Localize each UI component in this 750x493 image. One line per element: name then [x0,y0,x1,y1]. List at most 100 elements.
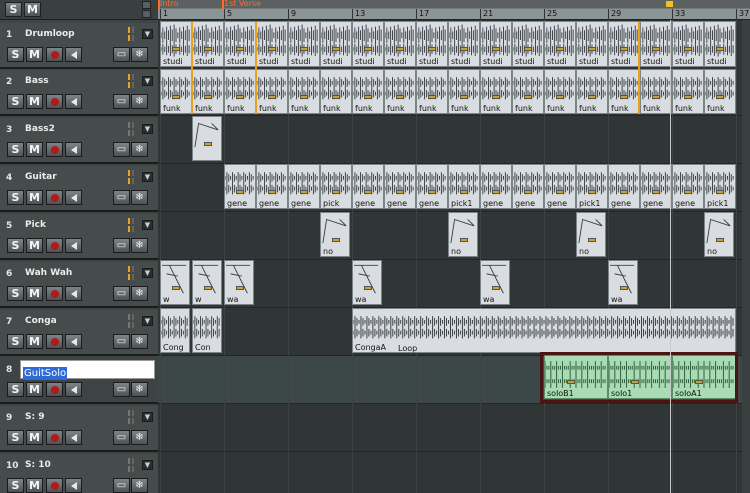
track-solo-button[interactable]: S [7,238,24,253]
track-name[interactable]: Wah Wah [25,268,121,280]
track-monitor-button[interactable] [65,142,82,157]
track-header[interactable]: 2 Bass ▼ S M ▭ ❄ [0,70,158,116]
expand-icon[interactable] [142,10,151,18]
track-name-input[interactable]: GuitSolo [20,360,155,380]
track-freeze-button[interactable]: ❄ [131,94,148,109]
track-solo-button[interactable]: S [7,142,24,157]
audio-clip[interactable]: studi [576,21,608,67]
loop-end-icon[interactable] [666,1,673,7]
audio-clip[interactable]: studi [288,21,320,67]
audio-clip[interactable]: funk [480,69,512,114]
track-name[interactable]: Bass2 [25,124,121,136]
track-name[interactable]: Drumloop [25,29,121,41]
track-header[interactable]: 9 S: 9 ▼ S M ▭ ❄ [0,406,158,452]
track-freeze-button[interactable]: ❄ [131,334,148,349]
audio-clip[interactable]: studi [192,21,224,67]
track-solo-button[interactable]: S [7,478,24,493]
track-header[interactable]: 3 Bass2 ▼ S M ▭ ❄ [0,118,158,164]
track-freeze-button[interactable]: ❄ [131,142,148,157]
track-record-button[interactable] [46,286,63,301]
track-header[interactable]: 5 Pick ▼ S M ▭ ❄ [0,214,158,260]
audio-clip[interactable]: no [576,212,606,257]
audio-clip[interactable]: studi [704,21,736,67]
track-archive-button[interactable]: ▭ [113,430,130,445]
track-menu-arrow-icon[interactable]: ▼ [142,268,153,278]
audio-clip[interactable]: funk [320,69,352,114]
track-name[interactable]: Bass [25,76,121,88]
track-archive-button[interactable]: ▭ [113,94,130,109]
audio-clip[interactable]: studi [480,21,512,67]
audio-clip[interactable]: no [448,212,478,257]
track-archive-button[interactable]: ▭ [113,286,130,301]
track-header[interactable]: 4 Guitar ▼ S M ▭ ❄ [0,166,158,212]
track-archive-button[interactable]: ▭ [113,190,130,205]
track-header[interactable]: 8 GuitSolo S M ▭ ❄ [0,358,158,404]
vertical-scrollbar[interactable] [742,20,750,493]
track-solo-button[interactable]: S [7,190,24,205]
audio-clip[interactable]: pick [320,164,352,209]
audio-clip[interactable]: studi [448,21,480,67]
track-monitor-button[interactable] [65,94,82,109]
audio-clip[interactable]: wa [480,260,510,305]
track-solo-button[interactable]: S [7,382,24,397]
audio-clip[interactable]: gene [256,164,288,209]
audio-clip[interactable]: w [192,260,222,305]
audio-clip[interactable]: wa [224,260,254,305]
audio-clip[interactable]: funk [512,69,544,114]
track-solo-button[interactable]: S [7,47,24,62]
audio-clip[interactable]: studi [352,21,384,67]
audio-clip[interactable]: funk [160,69,192,114]
track-record-button[interactable] [46,430,63,445]
track-monitor-button[interactable] [65,190,82,205]
track-menu-arrow-icon[interactable]: ▼ [142,316,153,326]
track-archive-button[interactable]: ▭ [113,382,130,397]
track-monitor-button[interactable] [65,238,82,253]
track-monitor-button[interactable] [65,47,82,62]
audio-clip[interactable]: gene [608,164,640,209]
track-record-button[interactable] [46,142,63,157]
track-solo-button[interactable]: S [7,94,24,109]
playhead[interactable] [670,20,671,493]
audio-clip[interactable] [192,116,222,161]
audio-clip[interactable]: gene [384,164,416,209]
audio-clip[interactable]: funk [352,69,384,114]
track-mute-button[interactable]: M [26,94,43,109]
global-solo-button[interactable]: S [5,2,22,17]
audio-clip[interactable]: funk [256,69,288,114]
track-name[interactable]: Conga [25,316,121,328]
track-menu-arrow-icon[interactable]: ▼ [142,124,153,134]
track-lane[interactable] [158,116,750,164]
track-name[interactable]: S: 9 [25,412,121,424]
audio-clip[interactable]: funk [704,69,736,114]
track-solo-button[interactable]: S [7,286,24,301]
audio-clip[interactable]: pick1 [576,164,608,209]
audio-clip[interactable]: gene [288,164,320,209]
audio-clip[interactable]: funk [576,69,608,114]
audio-clip[interactable]: pick1 [448,164,480,209]
marker-intro[interactable]: Intro [160,0,179,8]
track-mute-button[interactable]: M [26,286,43,301]
audio-clip[interactable]: studi [416,21,448,67]
audio-clip[interactable]: Con [192,308,222,353]
audio-clip[interactable]: Cong [160,308,190,353]
track-archive-button[interactable]: ▭ [113,334,130,349]
track-menu-arrow-icon[interactable]: ▼ [142,412,153,422]
track-name[interactable]: Guitar [25,172,121,184]
track-menu-arrow-icon[interactable]: ▼ [142,172,153,182]
audio-clip[interactable]: studi [512,21,544,67]
track-name[interactable]: Pick [25,220,121,232]
audio-clip[interactable]: studi [640,21,672,67]
audio-clip[interactable]: funk [224,69,256,114]
track-menu-arrow-icon[interactable]: ▼ [142,29,153,39]
track-monitor-button[interactable] [65,430,82,445]
collapse-icon[interactable] [142,1,151,9]
track-solo-button[interactable]: S [7,334,24,349]
audio-clip[interactable]: gene [672,164,704,209]
track-monitor-button[interactable] [65,478,82,493]
track-solo-button[interactable]: S [7,430,24,445]
track-header[interactable]: 10 S: 10 ▼ S M ▭ ❄ [0,454,158,493]
audio-clip[interactable]: funk [608,69,640,114]
marker-bar[interactable]: Intro 1st Verse [158,0,750,9]
audio-clip[interactable]: no [320,212,350,257]
global-mute-button[interactable]: M [24,2,41,17]
